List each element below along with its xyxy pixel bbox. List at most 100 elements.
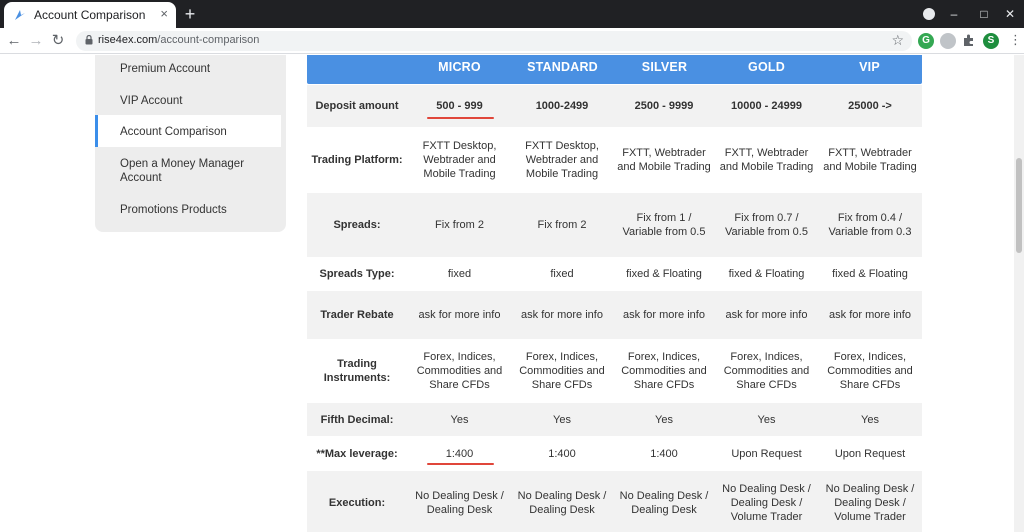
tab-close-icon[interactable]: ×	[160, 7, 168, 21]
table-cell: Forex, Indices, Commodities and Share CF…	[621, 351, 707, 391]
grammarly-extension-icon[interactable]: G	[918, 33, 934, 49]
table-row-fifth-decimal: Fifth Decimal: Yes Yes Yes Yes Yes	[307, 403, 922, 436]
menu-kebab-icon[interactable]: ⋮	[1009, 32, 1022, 48]
tab-title: Account Comparison	[34, 8, 146, 22]
page-scrollbar[interactable]	[1014, 55, 1024, 532]
table-cell: Forex, Indices, Commodities and Share CF…	[519, 351, 605, 391]
table-row-platform: Trading Platform: FXTT Desktop, Webtrade…	[307, 127, 922, 193]
row-label: Trading Platform:	[311, 154, 403, 166]
table-row-spreads-type: Spreads Type: fixed fixed fixed & Floati…	[307, 257, 922, 291]
table-cell: ask for more info	[418, 309, 501, 321]
table-cell: Forex, Indices, Commodities and Share CF…	[827, 351, 913, 391]
table-cell: Fix from 0.7 / Variable from 0.5	[725, 212, 808, 238]
page-content: Premium Account VIP Account Account Comp…	[0, 55, 1024, 532]
table-cell: Yes	[450, 413, 469, 426]
table-cell: No Dealing Desk / Dealing Desk	[619, 490, 709, 516]
header-silver: SILVER	[641, 60, 688, 74]
table-cell: Fix from 0.4 / Variable from 0.3	[828, 212, 912, 238]
table-cell: fixed & Floating	[832, 268, 908, 280]
maximize-button[interactable]: □	[974, 4, 994, 24]
row-label: **Max leverage:	[316, 447, 398, 460]
lock-icon	[85, 35, 93, 45]
table-cell: FXTT Desktop, Webtrader and Mobile Tradi…	[525, 140, 599, 180]
table-cell: fixed & Floating	[626, 268, 702, 280]
table-cell: 25000 ->	[848, 100, 892, 112]
table-cell: No Dealing Desk / Dealing Desk	[415, 490, 504, 516]
sidebar-item-money-manager[interactable]: Open a Money Manager Account	[95, 157, 265, 185]
table-cell: Yes	[553, 413, 571, 426]
table-cell: Yes	[655, 413, 673, 426]
table-cell: Upon Request	[834, 447, 906, 460]
back-button[interactable]: ←	[4, 31, 24, 51]
browser-toolbar: ← → ↻ rise4ex.com/account-comparison ☆ G…	[0, 28, 1024, 54]
scrollbar-thumb[interactable]	[1016, 158, 1022, 253]
table-cell: No Dealing Desk / Dealing Desk / Volume …	[825, 483, 915, 523]
table-cell: FXTT Desktop, Webtrader and Mobile Tradi…	[422, 140, 497, 180]
table-cell: 1:400	[445, 447, 474, 460]
row-label: Execution:	[328, 497, 386, 509]
table-row-spreads: Spreads: Fix from 2 Fix from 2 Fix from …	[307, 193, 922, 257]
table-row-leverage: **Max leverage: 1:400 1:400 1:400 Upon R…	[307, 436, 922, 471]
reload-button[interactable]: ↻	[48, 31, 68, 51]
table-cell: 2500 - 9999	[634, 100, 694, 112]
table-cell: ask for more info	[829, 309, 911, 321]
table-row-rebate: Trader Rebate ask for more info ask for …	[307, 291, 922, 339]
table-cell: 500 - 999	[436, 100, 483, 112]
site-favicon-icon	[15, 10, 25, 20]
table-cell: fixed	[447, 268, 472, 280]
close-window-button[interactable]: ✕	[1000, 4, 1020, 24]
table-cell: 1:400	[548, 447, 576, 460]
table-cell: fixed	[550, 268, 574, 280]
row-label: Deposit amount	[315, 100, 399, 112]
header-micro: MICRO	[438, 60, 481, 74]
table-header: MICRO STANDARD SILVER GOLD VIP	[307, 55, 922, 84]
sidebar-item-account-comparison[interactable]: Account Comparison	[95, 115, 281, 147]
row-label: Trader Rebate	[320, 309, 394, 321]
sidebar-item-promotions[interactable]: Promotions Products	[95, 203, 286, 217]
table-cell: Upon Request	[731, 447, 802, 460]
table-row-deposit: Deposit amount 500 - 999 1000-2499 2500 …	[307, 85, 922, 127]
highlight-underline	[427, 463, 494, 465]
sidebar-item-premium-account[interactable]: Premium Account	[95, 62, 286, 76]
address-bar[interactable]: rise4ex.com/account-comparison ☆	[76, 31, 912, 51]
table-row-instruments: Trading Instruments: Forex, Indices, Com…	[307, 339, 922, 403]
table-cell: ask for more info	[623, 309, 705, 321]
url-host: rise4ex.com	[98, 34, 158, 46]
profile-indicator-icon[interactable]	[923, 8, 935, 20]
table-cell: FXTT, Webtrader and Mobile Trading	[617, 147, 711, 173]
table-cell: fixed & Floating	[728, 268, 805, 280]
header-vip: VIP	[859, 60, 880, 74]
forward-button[interactable]: →	[26, 31, 46, 51]
table-cell: Forex, Indices, Commodities and Share CF…	[416, 351, 503, 391]
table-cell: No Dealing Desk / Dealing Desk / Volume …	[722, 483, 811, 523]
row-label: Fifth Decimal:	[320, 413, 394, 426]
minimize-button[interactable]: –	[944, 4, 964, 24]
browser-tab[interactable]: Account Comparison ×	[4, 2, 176, 28]
browser-tab-strip: Account Comparison × + – □ ✕	[0, 0, 1024, 28]
table-cell: Forex, Indices, Commodities and Share CF…	[723, 351, 810, 391]
table-cell: Fix from 2	[537, 219, 587, 231]
table-row-execution: Execution: No Dealing Desk / Dealing Des…	[307, 471, 922, 532]
highlight-underline	[427, 117, 494, 119]
table-cell: ask for more info	[521, 309, 603, 321]
sidebar-item-vip-account[interactable]: VIP Account	[95, 94, 286, 108]
table-cell: Fix from 1 / Variable from 0.5	[622, 212, 706, 238]
header-standard: STANDARD	[527, 60, 598, 74]
url-path: /account-comparison	[157, 34, 260, 46]
table-cell: 1000-2499	[535, 100, 589, 112]
bookmark-star-icon[interactable]: ☆	[891, 32, 904, 49]
row-label: Trading Instruments:	[323, 358, 391, 384]
new-tab-button[interactable]: +	[180, 4, 200, 24]
table-cell: No Dealing Desk / Dealing Desk	[517, 490, 607, 516]
table-cell: Fix from 2	[435, 219, 484, 231]
sidebar: Premium Account VIP Account Account Comp…	[95, 55, 286, 232]
extension-icon[interactable]	[940, 33, 956, 49]
extensions-puzzle-icon[interactable]	[962, 33, 976, 47]
table-cell: 10000 - 24999	[731, 100, 802, 112]
row-label: Spreads:	[333, 219, 381, 231]
table-cell: ask for more info	[725, 309, 808, 321]
profile-avatar[interactable]: S	[983, 33, 999, 49]
row-label: Spreads Type:	[319, 268, 395, 280]
url-text: rise4ex.com/account-comparison	[98, 34, 259, 46]
table-cell: FXTT, Webtrader and Mobile Trading	[719, 147, 814, 173]
